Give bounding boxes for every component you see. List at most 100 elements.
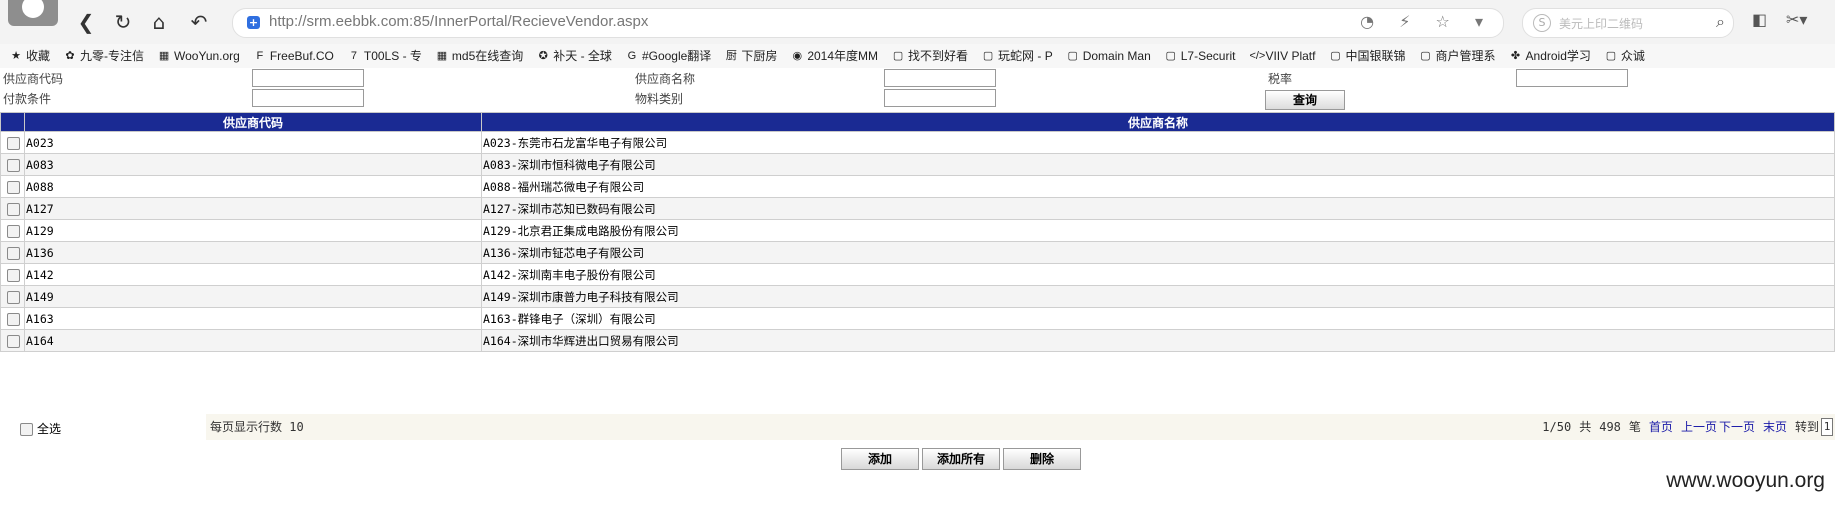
vendor-name-cell: A164-深圳市华辉进出口贸易有限公司 (481, 329, 1835, 352)
bookmark-item[interactable]: ◉ 2014年度MM (791, 47, 879, 64)
material-category-input[interactable] (884, 89, 996, 107)
bookmark-label: L7-Securit (1180, 48, 1236, 63)
table-row[interactable]: A129 A129-北京君正集成电路股份有限公司 (0, 219, 1835, 242)
delete-button[interactable]: 删除 (1003, 448, 1081, 470)
bookmark-item[interactable]: 7 T00LS - 专 (348, 47, 422, 64)
tax-rate-input[interactable] (1516, 69, 1628, 87)
search-icon[interactable]: ⌕ (1716, 12, 1725, 32)
search-placeholder: 美元上印二维码 (1559, 17, 1644, 31)
bookmark-icon: ▢ (1330, 49, 1341, 62)
table-row[interactable]: A142 A142-深圳南丰电子股份有限公司 (0, 263, 1835, 286)
vendor-code-cell: A129 (24, 219, 482, 242)
header-vendor-name[interactable]: 供应商名称 (481, 112, 1835, 132)
select-all[interactable]: 全选 (20, 420, 61, 437)
vendor-name-input[interactable] (884, 69, 996, 87)
vendor-code-input[interactable] (252, 69, 364, 87)
header-vendor-code[interactable]: 供应商代码 (24, 112, 482, 132)
browser-logo-icon[interactable] (8, 0, 58, 26)
row-checkbox[interactable] (6, 290, 20, 304)
payment-terms-input[interactable] (252, 89, 364, 107)
vendor-code-cell: A136 (24, 241, 482, 264)
next-page-link[interactable]: 下一页 (1719, 420, 1755, 434)
table-row[interactable]: A088 A088-福州瑞芯微电子有限公司 (0, 175, 1835, 198)
vendor-code-cell: A088 (24, 175, 482, 198)
bookmark-item[interactable]: ✿ 九零-专注信 (64, 47, 144, 64)
search-engine-icon[interactable]: S (1533, 14, 1551, 32)
header-checkbox-cell (0, 112, 25, 132)
row-checkbox-cell (0, 263, 25, 286)
row-checkbox[interactable] (6, 180, 20, 194)
bookmark-item[interactable]: ▢ 商户管理系 (1420, 47, 1496, 64)
query-button[interactable]: 查询 (1265, 90, 1345, 110)
bookmark-item[interactable]: </> VIIV Platf (1249, 47, 1315, 64)
table-row[interactable]: A023 A023-东莞市石龙富华电子有限公司 (0, 131, 1835, 154)
row-checkbox[interactable] (6, 202, 20, 216)
bookmark-icon: ▦ (436, 49, 448, 62)
bookmark-item[interactable]: ▢ 众诚 (1605, 47, 1645, 64)
row-checkbox[interactable] (6, 136, 20, 150)
row-checkbox[interactable] (6, 246, 20, 260)
bookmark-icon: 7 (350, 49, 357, 62)
bookmark-icon: F (256, 49, 264, 62)
bookmark-label: #Google翻译 (641, 49, 712, 63)
vendor-name-cell: A023-东莞市石龙富华电子有限公司 (481, 131, 1835, 154)
bookmark-item[interactable]: ✪ 补天 - 全球 (537, 47, 612, 64)
vendor-name-label: 供应商名称 (635, 72, 696, 86)
bookmark-item[interactable]: ▢ 玩蛇网 - P (982, 47, 1053, 64)
bookmark-item[interactable]: ▢ 找不到好看 (892, 47, 968, 64)
bookmark-item[interactable]: 厨下厨房 (725, 47, 778, 64)
reload-icon[interactable]: ↻ (112, 10, 134, 34)
bookmark-item[interactable]: ▢ 中国银联锦 (1329, 47, 1405, 64)
watermark: www.wooyun.org (1666, 469, 1825, 492)
bookmark-label: md5在线查询 (451, 49, 524, 63)
row-checkbox-cell (0, 285, 25, 308)
prev-page-link[interactable]: 上一页 (1681, 420, 1717, 434)
last-page-link[interactable]: 末页 (1763, 420, 1787, 434)
bookmark-item[interactable]: ▦ WooYun.org (158, 47, 240, 64)
address-bar-icons[interactable]: ◔ ⚡ ☆ ▾ (1360, 12, 1493, 31)
bookmark-item[interactable]: ✤ Android学习 (1510, 47, 1591, 64)
undo-icon[interactable]: ↶ (184, 10, 214, 34)
row-checkbox-cell (0, 219, 25, 242)
row-checkbox[interactable] (6, 224, 20, 238)
row-checkbox[interactable] (6, 268, 20, 282)
bookmark-item[interactable]: ▢ L7-Securit (1165, 47, 1236, 64)
vendor-code-cell: A023 (24, 131, 482, 154)
first-page-link[interactable]: 首页 (1649, 420, 1673, 434)
bookmark-item[interactable]: ★ 收藏 (10, 47, 50, 64)
vendor-name-cell: A083-深圳市恒科微电子有限公司 (481, 153, 1835, 176)
bookmark-item[interactable]: ▢ Domain Man (1067, 47, 1151, 64)
browser-search-box[interactable]: S 美元上印二维码 ⌕ (1522, 8, 1734, 38)
rows-per-page: 每页显示行数 10 (210, 420, 304, 434)
vendor-table: 供应商代码 供应商名称 A023 A023-东莞市石龙富华电子有限公司 A083 A0… (0, 112, 1835, 352)
bookmark-label: 商户管理系 (1435, 49, 1496, 63)
address-bar[interactable]: + http://srm.eebbk.com:85/InnerPortal/Re… (232, 8, 1504, 38)
table-row[interactable]: A083 A083-深圳市恒科微电子有限公司 (0, 153, 1835, 176)
cut-tool-icon[interactable]: ✂▾ (1786, 10, 1807, 29)
browser-toolbar: ❮ ↻ ⌂ ↶ + http://srm.eebbk.com:85/InnerP… (0, 0, 1835, 45)
url-text[interactable]: http://srm.eebbk.com:85/InnerPortal/Reci… (269, 13, 648, 30)
goto-page-input[interactable]: 1 (1821, 418, 1833, 436)
back-icon[interactable]: ❮ (76, 10, 96, 34)
select-all-checkbox[interactable] (20, 423, 33, 436)
table-row[interactable]: A136 A136-深圳市钲芯电子有限公司 (0, 241, 1835, 264)
bookmarks-bar: ★ 收藏 ✿ 九零-专注信 ▦ WooYun.org F FreeBuf.CO 7 T00LS -… (0, 44, 1835, 69)
table-row[interactable]: A127 A127-深圳市芯知已数码有限公司 (0, 197, 1835, 220)
bookmark-label: 2014年度MM (807, 49, 879, 63)
vendor-name-cell: A163-群锋电子（深圳）有限公司 (481, 307, 1835, 330)
home-icon[interactable]: ⌂ (148, 10, 170, 34)
extension-icon[interactable]: ◧ (1752, 10, 1767, 29)
add-button[interactable]: 添加 (841, 448, 919, 470)
row-checkbox[interactable] (6, 312, 20, 326)
bookmark-item[interactable]: F FreeBuf.CO (254, 47, 333, 64)
bookmark-item[interactable]: ▦ md5在线查询 (436, 47, 524, 64)
table-row[interactable]: A163 A163-群锋电子（深圳）有限公司 (0, 307, 1835, 330)
table-row[interactable]: A164 A164-深圳市华辉进出口贸易有限公司 (0, 329, 1835, 352)
row-checkbox-cell (0, 131, 25, 154)
row-checkbox[interactable] (6, 158, 20, 172)
table-row[interactable]: A149 A149-深圳市康普力电子科技有限公司 (0, 285, 1835, 308)
add-all-button[interactable]: 添加所有 (922, 448, 1000, 470)
total-count: 498 (1599, 420, 1621, 434)
bookmark-item[interactable]: G #Google翻译 (626, 47, 712, 64)
row-checkbox[interactable] (6, 334, 20, 348)
